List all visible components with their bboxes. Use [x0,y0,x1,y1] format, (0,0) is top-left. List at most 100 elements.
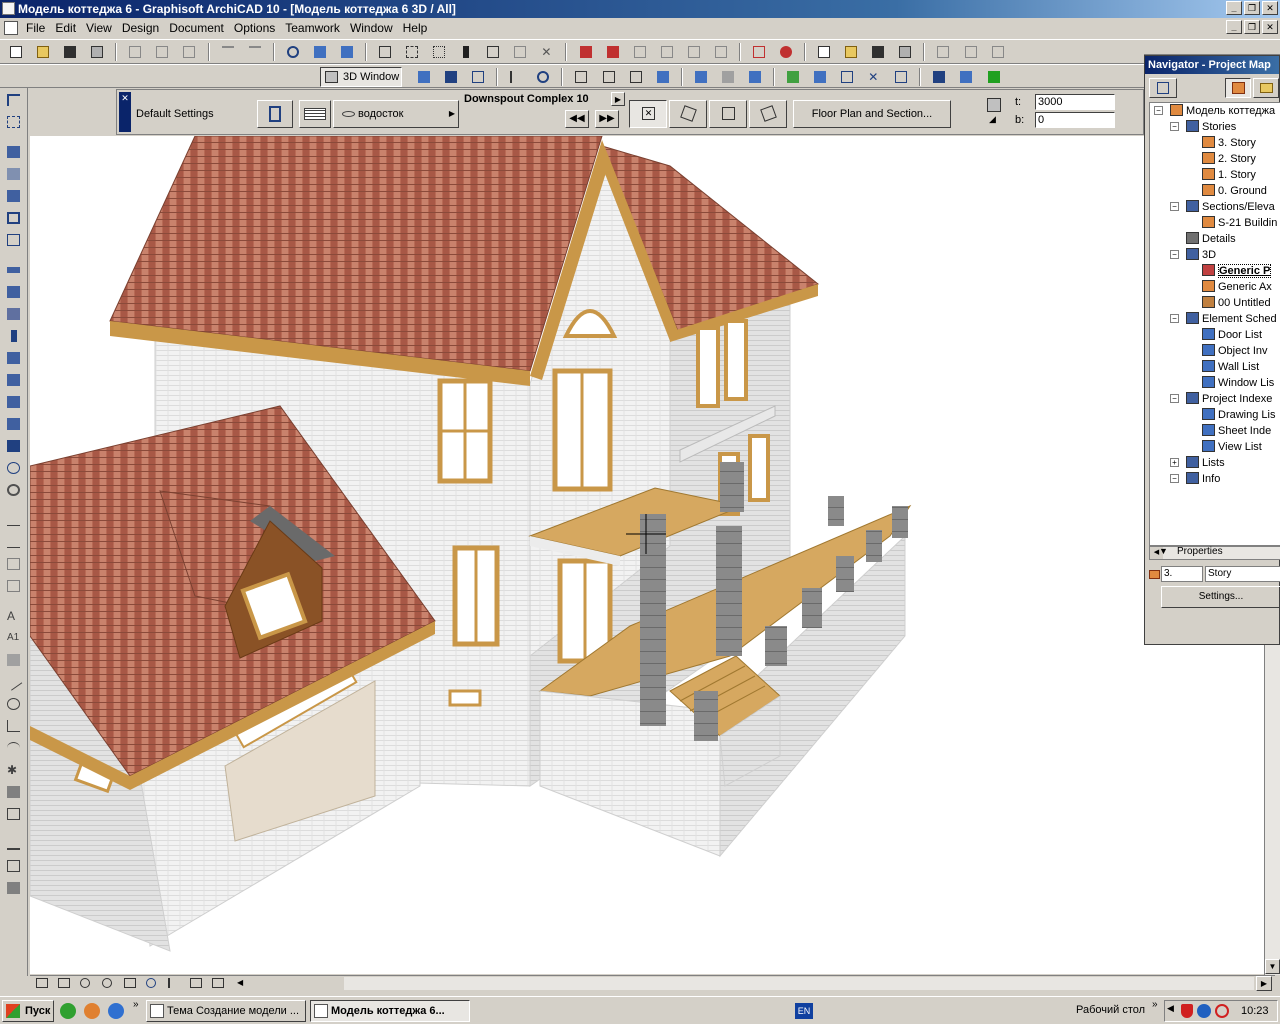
floor-plan-and-section-button[interactable]: Floor Plan and Section... [793,100,951,128]
print-button[interactable] [86,42,108,62]
menu-design[interactable]: Design [120,21,167,35]
zoom-fit-icon[interactable] [55,976,75,991]
offset-button[interactable] [683,42,705,62]
quick-launch-icon-2[interactable] [84,1003,100,1019]
zoom-out-icon[interactable] [99,976,119,991]
save-button[interactable] [59,42,81,62]
beam-tool[interactable] [3,186,25,206]
profile-select[interactable]: водосток ▶ [333,100,459,128]
previous-button[interactable]: ◀◀ [565,110,589,128]
close-button[interactable]: ✕ [1262,1,1278,15]
scale-icon[interactable] [33,976,53,991]
mesh-tool[interactable] [3,304,25,324]
anchor-button-3[interactable] [709,100,747,128]
wall-tool[interactable] [3,142,25,162]
text-tool[interactable]: A [3,606,25,626]
next-view-icon[interactable] [209,976,229,991]
doc-close-button[interactable]: ✕ [1262,20,1278,34]
vertical-scrollbar[interactable]: ▼ [1264,645,1280,975]
project-map-tab[interactable] [1225,78,1251,98]
wireframe-button[interactable] [625,67,647,87]
zone-tool[interactable] [3,414,25,434]
label-tool[interactable]: A1 [3,628,25,648]
print-button-2[interactable] [894,42,916,62]
photo-button[interactable] [809,67,831,87]
roof-tool[interactable] [3,282,25,302]
tree-item[interactable]: − Модель коттеджа [1154,103,1275,119]
navigator-title[interactable]: Navigator - Project Map [1145,56,1279,74]
grid-button[interactable] [428,42,450,62]
layer-button[interactable] [983,67,1005,87]
cut-button-2[interactable] [932,42,954,62]
angle-dimension-tool[interactable] [3,576,25,596]
properties-name-field[interactable]: Story [1205,566,1280,582]
intersect-button[interactable] [629,42,651,62]
tree-item[interactable]: 2. Story [1202,151,1256,167]
lock-button[interactable] [775,42,797,62]
paste-button[interactable] [178,42,200,62]
circle-tool[interactable] [3,694,25,714]
tree-item[interactable]: 00 Untitled [1202,295,1271,311]
tree-expand-icon[interactable]: + [1170,458,1179,467]
render-button[interactable] [782,67,804,87]
spline-tool[interactable] [3,738,25,758]
object-settings-button[interactable] [257,100,293,128]
find-select-button[interactable] [282,42,304,62]
chair-tool[interactable] [3,436,25,456]
tree-item[interactable]: Generic Ax [1202,279,1272,295]
view-map-tab[interactable] [1253,78,1279,98]
tree-item[interactable]: − Project Indexe [1170,391,1272,407]
home-icon[interactable] [598,67,620,87]
properties-number-field[interactable]: 3. [1161,566,1203,582]
tree-collapse-icon[interactable]: − [1170,202,1179,211]
copy-button-2[interactable] [960,42,982,62]
section-button[interactable] [836,67,858,87]
tree-collapse-icon[interactable]: − [1154,106,1163,115]
doc-restore-button[interactable]: ❐ [1244,20,1260,34]
next-object-button[interactable]: ▶ [611,92,625,106]
tree-item[interactable]: 1. Story [1202,167,1256,183]
b-input[interactable]: 0 [1035,112,1115,128]
menu-file[interactable]: File [24,21,53,35]
tree-item[interactable]: − Sections/Eleva [1170,199,1275,215]
scroll-left-icon[interactable]: ◀ [231,976,251,991]
menu-options[interactable]: Options [232,21,283,35]
3d-window-button[interactable]: 3D Window [320,67,402,87]
sun-button[interactable] [744,67,766,87]
language-indicator[interactable]: EN [795,1003,813,1019]
tree-item[interactable]: Door List [1202,327,1262,343]
properties-toggle-icon[interactable]: ▼ [1159,546,1168,556]
copy-button[interactable] [151,42,173,62]
window-tool[interactable] [3,208,25,228]
menu-document[interactable]: Document [167,21,232,35]
document-icon[interactable] [4,21,18,35]
camera-button[interactable] [440,67,462,87]
tree-item[interactable]: View List [1202,439,1262,455]
tree-item[interactable]: 0. Ground [1202,183,1267,199]
publisher-button[interactable] [955,67,977,87]
tree-item[interactable]: S-21 Buildin [1202,215,1277,231]
tree-collapse-icon[interactable]: − [1170,474,1179,483]
update-icon[interactable] [1215,1004,1229,1018]
orbit-button[interactable] [532,67,554,87]
minimize-button[interactable]: _ [1226,1,1242,15]
fill-tool[interactable] [3,650,25,670]
split-button[interactable] [575,42,597,62]
menu-help[interactable]: Help [401,21,436,35]
menu-teamwork[interactable]: Teamwork [283,21,348,35]
drawing-tool[interactable] [3,804,25,824]
desktop-more-icon[interactable]: » [1152,999,1158,1010]
fillet-button[interactable] [656,42,678,62]
archicad-app-icon[interactable] [2,2,15,15]
t-input[interactable]: 3000 [1035,94,1115,110]
skylight-tool[interactable] [3,392,25,412]
undo-button[interactable] [217,42,239,62]
properties-settings-button[interactable]: Settings... [1161,586,1280,608]
anchor-button-1[interactable]: ✕ [629,100,667,128]
level-dimension-tool[interactable] [3,532,25,552]
layout-button[interactable] [928,67,950,87]
curtain-wall-tool[interactable] [3,370,25,390]
anchor-button-4[interactable] [749,100,787,128]
tree-item[interactable]: Wall List [1202,359,1259,375]
section-tool[interactable] [3,834,25,854]
